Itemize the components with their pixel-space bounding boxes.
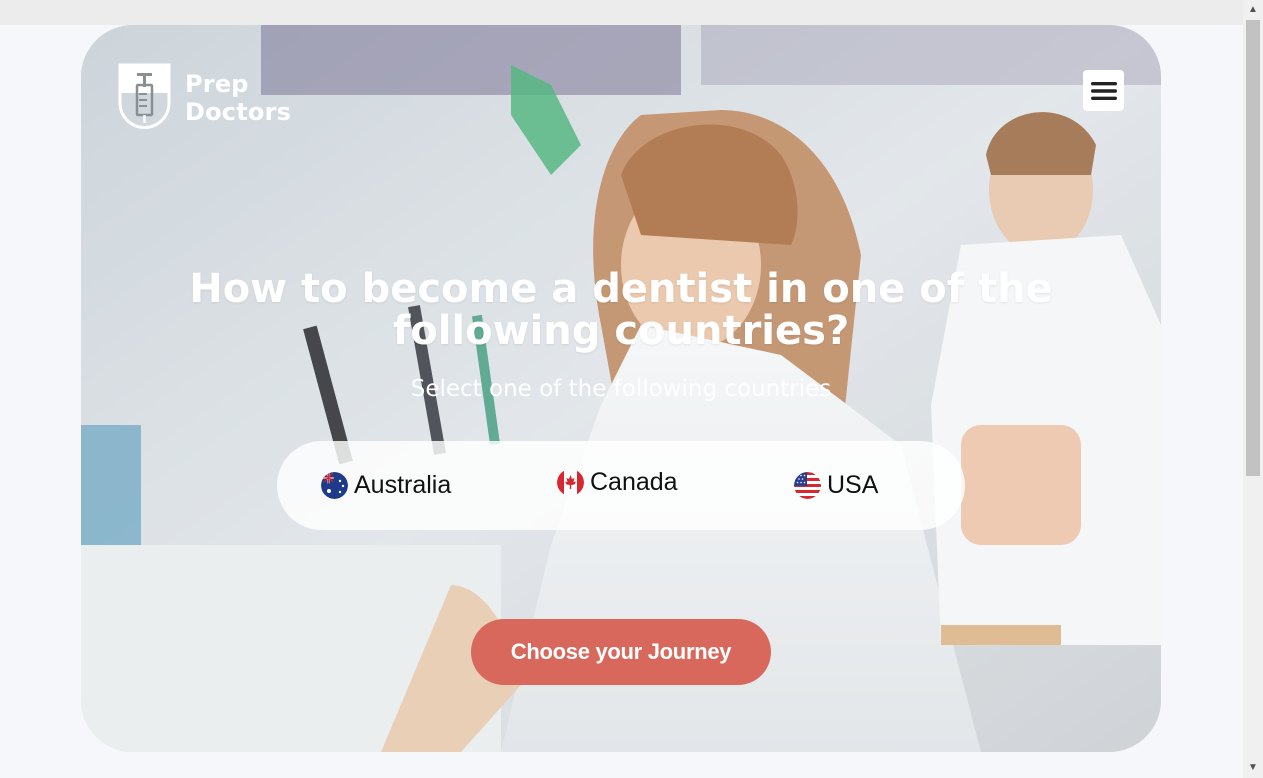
country-label: USA [827,471,879,499]
brand-name-line-2: Doctors [185,97,292,126]
page-subtitle: Select one of the following countries [410,376,832,402]
menu-button[interactable] [1083,70,1124,111]
browser-top-strip [0,0,1243,25]
choose-journey-button[interactable]: Choose your Journey [471,619,771,685]
brand-name: Prep Doctors [185,70,291,126]
hero-section: Prep Doctors How to become a dentist in … [81,25,1161,752]
prep-doctors-logo[interactable]: Prep Doctors [118,63,291,132]
canada-flag-icon [557,469,584,496]
country-option-australia[interactable]: Australia [321,441,451,530]
country-label: Canada [590,468,678,496]
australia-flag-icon [321,472,348,499]
scroll-down-arrow-icon[interactable]: ▼ [1243,760,1263,776]
page-scrollbar[interactable]: ▲ ▼ [1243,0,1263,778]
brand-name-line-1: Prep [185,69,249,98]
syringe-shield-icon [118,63,171,132]
country-label: Australia [354,471,452,499]
hamburger-menu-icon [1090,81,1117,100]
page-title: How to become a dentist in one of the fo… [189,266,1053,354]
country-selector: Australia Canada USA [277,441,965,530]
scroll-thumb[interactable] [1246,20,1260,476]
usa-flag-icon [794,472,821,499]
country-option-usa[interactable]: USA [794,441,878,530]
scroll-up-arrow-icon[interactable]: ▲ [1243,2,1263,18]
country-option-canada[interactable]: Canada [557,438,678,527]
